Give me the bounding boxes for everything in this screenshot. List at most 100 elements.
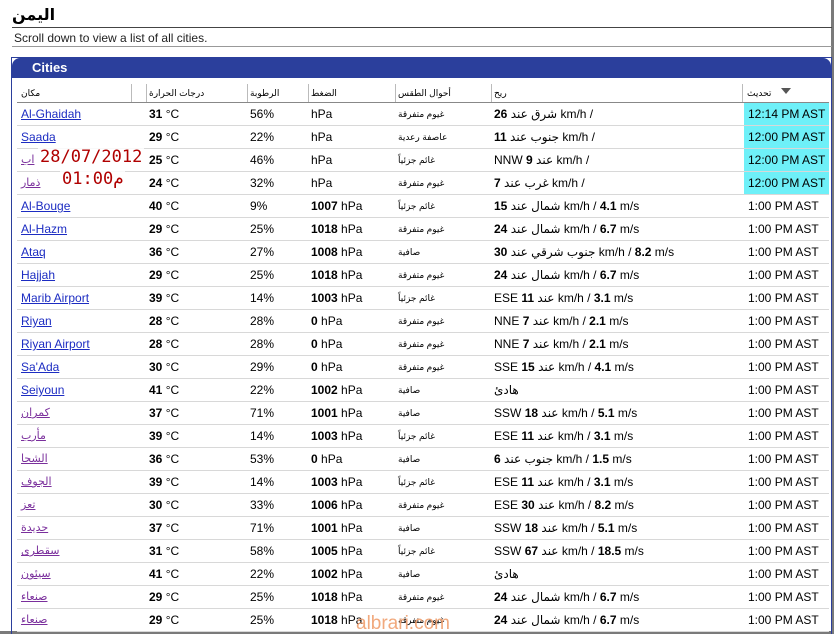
pressure-value: 1006 xyxy=(311,498,338,512)
update-time: 1:00 PM AST xyxy=(748,498,819,512)
pressure: 1005 hPa xyxy=(311,544,362,558)
wind-direction: SSE xyxy=(494,360,519,374)
wind-speed-kmh: 15 xyxy=(521,360,535,374)
table-row: تعز 30 °C 33% 1006 hPa غيوم متفرقة ESE 30 عند… xyxy=(17,494,829,517)
city-link[interactable]: Seiyoun xyxy=(21,383,64,397)
wind: جنوب عند 6 km/h / 1.5 m/s xyxy=(494,452,632,466)
wind-speed-ms: 2.1 xyxy=(589,337,606,351)
temperature-value: 37 xyxy=(149,406,163,420)
sort-descending-icon[interactable] xyxy=(781,88,791,94)
weather-condition: صافية xyxy=(398,408,421,418)
table-header: مكان درجات الحرارة الرطوبة الضغط أحوال ا… xyxy=(17,84,829,103)
city-link[interactable]: Riyan xyxy=(21,314,52,328)
wind: هادئ xyxy=(494,567,519,581)
col-header-temp[interactable]: درجات الحرارة xyxy=(149,88,204,99)
update-time: 1:00 PM AST xyxy=(748,314,819,328)
temperature-unit: °C xyxy=(165,268,180,282)
weather-condition: صافية xyxy=(398,385,421,395)
temperature-value: 31 xyxy=(149,107,163,121)
wind-speed-kmh: 26 xyxy=(494,107,508,121)
pressure-value: 1018 xyxy=(311,268,338,282)
city-link[interactable]: Sa'Ada xyxy=(21,360,59,374)
pressure-unit: hPa xyxy=(311,153,333,167)
temperature-unit: °C xyxy=(165,314,180,328)
humidity: 9% xyxy=(250,199,268,213)
table-row: Riyan Airport 28 °C 28% 0 hPa غيوم متفرقة NNE… xyxy=(17,333,829,356)
wind-kmh-unit: km/h / xyxy=(551,176,585,190)
update-time: 1:00 PM AST xyxy=(748,268,819,282)
pressure: hPa xyxy=(311,107,332,121)
wind-ms-unit: m/s xyxy=(619,199,640,213)
city-link[interactable]: حديدة xyxy=(21,521,48,534)
temperature-unit: °C xyxy=(165,590,180,604)
wind-speed-ms: 3.1 xyxy=(593,291,611,305)
humidity: 32% xyxy=(250,176,275,190)
col-header-pressure[interactable]: الضغط xyxy=(311,88,337,99)
city-link[interactable]: صنعاء xyxy=(21,590,48,603)
pressure-unit: hPa xyxy=(341,222,363,236)
city-link[interactable]: صنعاء xyxy=(21,613,48,626)
pressure-unit: hPa xyxy=(321,360,343,374)
update-time: 1:00 PM AST xyxy=(748,383,819,397)
city-link[interactable]: اب xyxy=(21,153,34,166)
city-link[interactable]: ذمار xyxy=(21,176,40,189)
wind-ms-unit: m/s xyxy=(619,268,640,282)
wind-speed-kmh: 7 xyxy=(522,337,530,351)
city-link[interactable]: Riyan Airport xyxy=(21,337,90,351)
city-link[interactable]: الجوف xyxy=(21,475,52,488)
pressure-value: 0 xyxy=(311,452,318,466)
weather-condition: غيوم متفرقة xyxy=(398,339,445,349)
table-row: Al-Hazm 29 °C 25% 1018 hPa غيوم متفرقة شمال ع… xyxy=(17,218,829,241)
pressure-unit: hPa xyxy=(341,383,363,397)
temperature-value: 29 xyxy=(149,613,163,627)
humidity: 27% xyxy=(250,245,275,259)
pressure: 1008 hPa xyxy=(311,245,362,259)
city-link[interactable]: كمران xyxy=(21,406,50,419)
pressure-unit: hPa xyxy=(341,199,363,213)
table-row: Al-Ghaidah 31 °C 56% hPa غيوم متفرقة شرق عند … xyxy=(17,103,829,126)
wind-kmh-unit: km/h / xyxy=(598,245,632,259)
wind-speed-kmh: 11 xyxy=(521,291,535,305)
city-link[interactable]: سقطرى xyxy=(21,544,59,557)
col-header-city[interactable]: مكان xyxy=(21,88,40,99)
city-link[interactable]: الشحا xyxy=(21,452,48,465)
city-link[interactable]: Al-Ghaidah xyxy=(21,107,81,121)
col-header-humidity[interactable]: الرطوبة xyxy=(250,88,279,99)
wind-direction: غرب عند xyxy=(504,176,549,190)
temperature: 28 °C xyxy=(149,314,179,328)
pressure-unit: hPa xyxy=(341,268,363,282)
humidity: 22% xyxy=(250,567,275,581)
pressure: 1018 hPa xyxy=(311,268,362,282)
update-time: 1:00 PM AST xyxy=(748,429,819,443)
city-link[interactable]: Ataq xyxy=(21,245,46,259)
humidity: 14% xyxy=(250,291,275,305)
wind-kmh-unit: km/h / xyxy=(562,130,595,144)
city-link[interactable]: تعز xyxy=(21,498,35,511)
city-link[interactable]: Al-Bouge xyxy=(21,199,70,213)
weather-condition: غيوم متفرقة xyxy=(398,109,445,119)
wind: NNW 9 عند km/h / xyxy=(494,153,589,167)
table-row: Marib Airport 39 °C 14% 1003 hPa غائم جزئياً… xyxy=(17,287,829,310)
wind-speed-kmh: 9 xyxy=(526,153,533,167)
humidity: 22% xyxy=(250,383,275,397)
temperature: 30 °C xyxy=(149,498,179,512)
col-header-condition[interactable]: أحوال الطقس xyxy=(398,88,451,99)
city-link[interactable]: Al-Hazm xyxy=(21,222,67,236)
city-link[interactable]: مأرب xyxy=(21,429,46,442)
table-row: كمران 37 °C 71% 1001 hPa صافية SSW 18 عند km/… xyxy=(17,402,829,425)
wind-direction: ESE xyxy=(494,475,519,489)
wind-speed-ms: 6.7 xyxy=(599,590,617,604)
city-link[interactable]: Saada xyxy=(21,130,56,144)
col-header-update[interactable]: تحديث xyxy=(747,88,771,99)
city-link[interactable]: سيئون xyxy=(21,567,51,580)
pressure-value: 0 xyxy=(311,360,318,374)
city-link[interactable]: Marib Airport xyxy=(21,291,89,305)
temperature-value: 30 xyxy=(149,498,163,512)
temperature: 37 °C xyxy=(149,406,179,420)
city-link[interactable]: Hajjah xyxy=(21,268,55,282)
wind-kmh-unit: عند km/h / xyxy=(537,475,591,489)
col-header-wind[interactable]: ريح xyxy=(494,88,507,99)
col-separator xyxy=(742,84,743,102)
wind: NNE 7 عند km/h / 2.1 m/s xyxy=(494,337,629,351)
table-row: الجوف 39 °C 14% 1003 hPa غائم جزئياً ESE 11 ع… xyxy=(17,471,829,494)
